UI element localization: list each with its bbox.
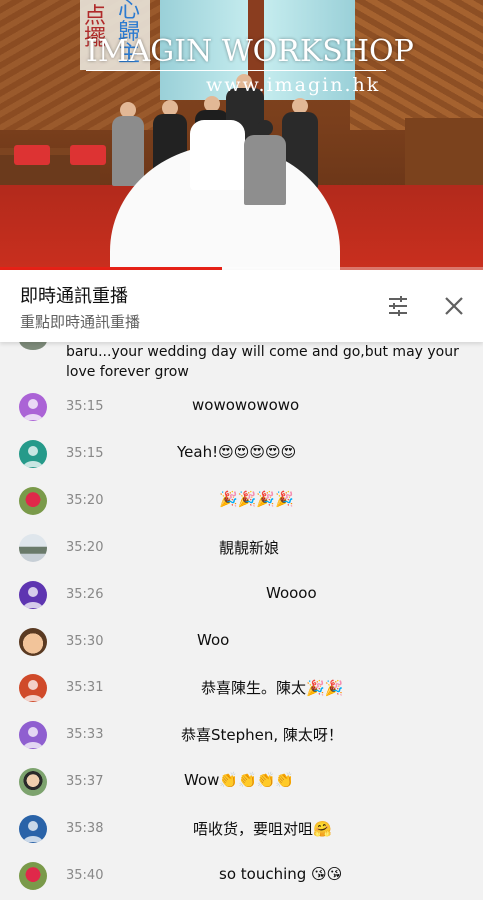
chat-message-text: Woooo	[266, 583, 317, 602]
chat-message-row[interactable]: 35:33 恭喜Stephen, 陳太呀！	[0, 712, 483, 758]
avatar[interactable]	[19, 533, 47, 562]
person-icon	[23, 586, 43, 608]
close-icon[interactable]	[438, 290, 470, 322]
chat-message-text: 恭喜Stephen, 陳太呀！	[181, 726, 343, 745]
chair	[70, 145, 106, 165]
avatar	[19, 342, 47, 350]
chair	[14, 145, 50, 165]
chat-message-text: baru...your wedding day will come and go…	[66, 344, 459, 380]
groom	[244, 135, 286, 205]
bride	[190, 120, 245, 190]
timestamp: 35:30	[66, 633, 104, 649]
chat-message-text: 靚靚新娘	[219, 538, 280, 557]
avatar[interactable]	[19, 393, 47, 421]
avatar[interactable]	[19, 627, 47, 656]
chat-message-text: wowowowowo	[192, 396, 300, 414]
chat-message-row[interactable]: 35:31 恭喜陳生。陳太🎉🎉	[0, 665, 483, 711]
timestamp: 35:20	[66, 539, 104, 555]
chat-message-row[interactable]: 35:15 wowowowowo	[0, 384, 483, 430]
video-player[interactable]: 点擺 心歸主 IMAGIN WORKSHOP www.imagin.hk	[0, 0, 483, 270]
chat-message-text: Yeah!😍😍😍😍😍	[177, 442, 297, 461]
avatar[interactable]	[19, 721, 47, 750]
chat-message-row[interactable]: 35:38 唔收货，要咀对咀🤗	[0, 806, 483, 852]
watermark-rule	[86, 70, 386, 71]
live-chat-header: 即時通訊重播 重點即時通訊重播	[0, 270, 483, 342]
avatar[interactable]	[19, 674, 47, 703]
chat-mode-dropdown[interactable]: 重點即時通訊重播	[20, 311, 140, 332]
chat-message-text: Woo	[197, 630, 230, 649]
chat-list[interactable]: baru...your wedding day will come and go…	[0, 342, 483, 900]
avatar[interactable]	[19, 486, 47, 515]
chat-message-text: 🎉🎉🎉🎉	[219, 489, 294, 508]
timestamp: 35:15	[66, 399, 104, 414]
chat-message-row[interactable]: 35:37 Wow👏👏👏👏	[0, 759, 483, 805]
tune-icon[interactable]	[382, 290, 414, 322]
avatar[interactable]	[19, 862, 47, 890]
chat-message-row[interactable]: 35:40 so touching 😘😘	[0, 853, 483, 899]
person-icon	[23, 727, 43, 749]
person-icon	[23, 680, 43, 702]
timestamp: 35:26	[66, 586, 104, 602]
chat-message-row[interactable]: 35:20 🎉🎉🎉🎉	[0, 478, 483, 524]
chat-message-row[interactable]: 35:26 Woooo	[0, 572, 483, 618]
avatar[interactable]	[19, 768, 47, 797]
timestamp: 35:40	[66, 868, 104, 883]
watermark-url: www.imagin.hk	[206, 74, 381, 96]
avatar[interactable]	[19, 815, 47, 844]
timestamp: 35:15	[66, 445, 104, 461]
chat-message-row[interactable]: 35:30 Woo	[0, 619, 483, 665]
timestamp: 35:31	[66, 680, 104, 696]
timestamp: 35:20	[66, 492, 104, 508]
timestamp: 35:38	[66, 821, 104, 837]
timestamp: 35:33	[66, 727, 104, 743]
person-icon	[23, 399, 43, 420]
avatar[interactable]	[19, 439, 47, 468]
person-icon	[23, 821, 43, 843]
chat-message-text: so touching 😘😘	[219, 865, 343, 883]
timestamp: 35:37	[66, 774, 104, 790]
chat-message-row[interactable]: 35:15 Yeah!😍😍😍😍😍	[0, 431, 483, 477]
chat-message-text: Wow👏👏👏👏	[184, 771, 295, 790]
chat-message-text: 唔收货，要咀对咀🤗	[193, 820, 332, 839]
guest	[112, 116, 144, 186]
avatar[interactable]	[19, 580, 47, 609]
groom-head	[257, 120, 273, 136]
chat-title: 即時通訊重播	[20, 286, 128, 307]
chat-message-text: 恭喜陳生。陳太🎉🎉	[201, 679, 344, 698]
chat-message-row[interactable]: 35:20 靚靚新娘	[0, 525, 483, 571]
watermark-title: IMAGIN WORKSHOP	[86, 34, 414, 69]
person-icon	[23, 445, 43, 467]
